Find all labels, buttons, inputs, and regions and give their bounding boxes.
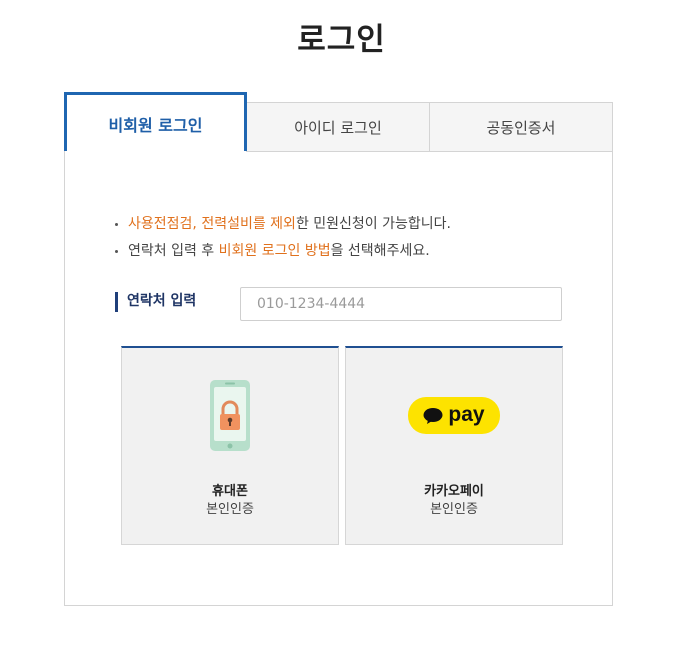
tab-id-login[interactable]: 아이디 로그인 xyxy=(247,102,430,152)
page-title: 로그인 xyxy=(297,22,386,58)
tab-guest-login[interactable]: 비회원 로그인 xyxy=(64,92,247,152)
notice-item: 연락처 입력 후 비회원 로그인 방법을 선택해주세요. xyxy=(113,238,583,265)
notice-text: 한 민원신청이 가능합니다. xyxy=(295,216,451,232)
phone-auth-button[interactable]: 휴대폰 본인인증 xyxy=(121,346,339,545)
phone-auth-title: 휴대폰 xyxy=(212,484,248,499)
phone-auth-subtitle: 본인인증 xyxy=(206,502,254,517)
notice-separator: , xyxy=(192,216,202,232)
phone-label: 연락처 입력 xyxy=(115,292,196,312)
phone-input[interactable] xyxy=(240,287,562,321)
kakaopay-logo-wrapper: pay xyxy=(346,378,562,453)
kakaopay-auth-subtitle: 본인인증 xyxy=(430,502,478,517)
speech-bubble-icon xyxy=(423,407,443,424)
kakaopay-logo: pay xyxy=(408,397,500,434)
notice-text: 연락처 입력 후 xyxy=(128,243,219,259)
notice-list: 사용전점검, 전력설비를 제외한 민원신청이 가능합니다. 연락처 입력 후 비… xyxy=(113,211,583,265)
panel-divider xyxy=(246,151,613,152)
login-tabs: 아이디 로그인 공동인증서 비회원 로그인 xyxy=(64,92,613,152)
notice-item: 사용전점검, 전력설비를 제외한 민원신청이 가능합니다. xyxy=(113,211,583,238)
notice-highlight: 전력설비를 제외 xyxy=(201,216,296,232)
notice-text: 을 선택해주세요. xyxy=(330,243,430,259)
notice-highlight: 사용전점검 xyxy=(128,216,193,232)
kakaopay-logo-text: pay xyxy=(448,403,485,426)
kakaopay-auth-title: 카카오페이 xyxy=(424,484,484,499)
kakaopay-auth-button[interactable]: pay 카카오페이 본인인증 xyxy=(345,346,563,545)
notice-highlight: 비회원 로그인 방법 xyxy=(218,243,331,259)
smartphone-lock-icon xyxy=(122,378,338,453)
tab-certificate-login[interactable]: 공동인증서 xyxy=(429,102,613,152)
